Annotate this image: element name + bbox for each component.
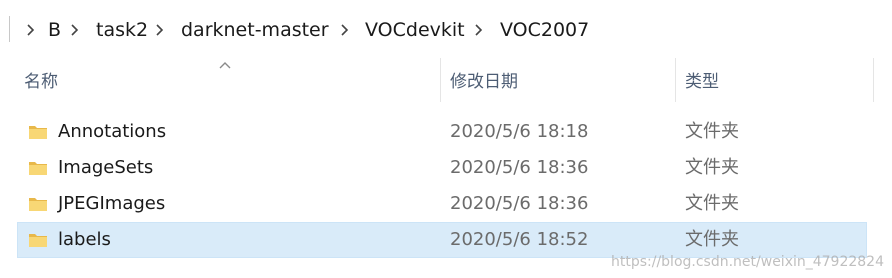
folder-icon (28, 159, 48, 177)
folder-icon (28, 195, 48, 213)
file-name: Annotations (58, 121, 167, 142)
file-explorer-window: B task2 darknet-master VOCdevkit VOC2007… (0, 0, 892, 278)
column-header: 名称 修改日期 类型 (0, 58, 892, 104)
list-item[interactable]: Annotations 2020/5/6 18:18 文件夹 (17, 114, 867, 150)
column-divider[interactable] (873, 58, 874, 102)
column-header-type[interactable]: 类型 (685, 70, 719, 94)
breadcrumb-item-b[interactable]: B (48, 17, 61, 43)
chevron-right-icon[interactable] (68, 19, 82, 41)
breadcrumb-item-voc2007[interactable]: VOC2007 (500, 17, 589, 43)
watermark: https://blog.csdn.net/weixin_47922824 (610, 254, 884, 270)
file-name: JPEGImages (58, 193, 166, 214)
breadcrumb: B task2 darknet-master VOCdevkit VOC2007 (0, 0, 892, 58)
folder-icon (28, 123, 48, 141)
file-date: 2020/5/6 18:36 (450, 193, 589, 214)
list-item-selected[interactable]: labels 2020/5/6 18:52 文件夹 (17, 222, 867, 258)
address-bar-edge (9, 16, 16, 42)
list-item[interactable]: ImageSets 2020/5/6 18:36 文件夹 (17, 150, 867, 186)
breadcrumb-item-darknet-master[interactable]: darknet-master (181, 17, 329, 43)
chevron-right-icon[interactable] (24, 19, 38, 41)
file-type: 文件夹 (685, 229, 739, 250)
column-divider[interactable] (675, 58, 676, 102)
file-type: 文件夹 (685, 193, 739, 214)
file-date: 2020/5/6 18:52 (450, 229, 589, 250)
file-list: Annotations 2020/5/6 18:18 文件夹 ImageSets… (0, 114, 892, 258)
file-type: 文件夹 (685, 121, 739, 142)
sort-ascending-icon (218, 60, 232, 70)
chevron-right-icon[interactable] (153, 19, 167, 41)
chevron-right-icon[interactable] (472, 19, 486, 41)
folder-icon (28, 231, 48, 249)
file-name: labels (58, 229, 111, 250)
chevron-right-icon[interactable] (338, 19, 352, 41)
column-divider[interactable] (440, 58, 441, 102)
breadcrumb-item-task2[interactable]: task2 (96, 17, 148, 43)
file-date: 2020/5/6 18:36 (450, 157, 589, 178)
file-date: 2020/5/6 18:18 (450, 121, 589, 142)
column-header-date[interactable]: 修改日期 (450, 70, 518, 94)
column-header-name[interactable]: 名称 (24, 70, 58, 94)
file-name: ImageSets (58, 157, 154, 178)
breadcrumb-item-vocdevkit[interactable]: VOCdevkit (365, 17, 465, 43)
list-item[interactable]: JPEGImages 2020/5/6 18:36 文件夹 (17, 186, 867, 222)
file-type: 文件夹 (685, 157, 739, 178)
